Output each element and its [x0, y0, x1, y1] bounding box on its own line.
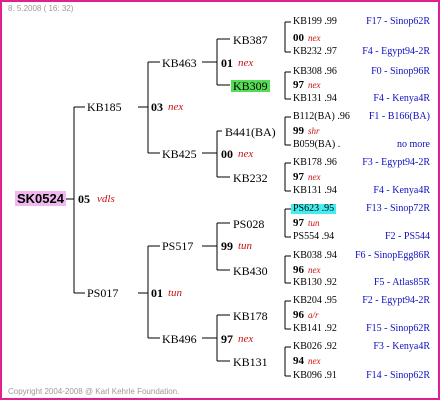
gen3-kb430-id[interactable]: KB430: [233, 265, 268, 277]
gen4-lineage: F5 - Atlas85R: [373, 277, 430, 288]
gen2-kb496-code: nex: [238, 333, 254, 345]
gen4-lineage: F6 - SinopEgg86R: [354, 250, 430, 261]
timestamp-label: 8. 5.2008 ( 16: 32): [8, 4, 74, 13]
gen4-lineage: F0 - Sinop96R: [371, 66, 430, 77]
gen4-lineage: F2 - Egypt94-2R: [362, 295, 430, 306]
gen4-lineage: F4 - Egypt94-2R: [362, 46, 430, 57]
gen4-id-highlighted[interactable]: PS623 .95: [291, 204, 337, 214]
gen1-top-code: nex: [168, 101, 184, 113]
gen1-top-id[interactable]: KB185: [87, 101, 122, 113]
gen3-ps028-code: tun: [308, 218, 320, 228]
gen2-ps517-id[interactable]: PS517: [162, 240, 193, 252]
gen4-id[interactable]: KB026 .92: [293, 342, 337, 352]
root-code: vdls: [97, 193, 115, 205]
gen3-kb387-id[interactable]: KB387: [233, 34, 268, 46]
gen3-kb232-id[interactable]: KB232: [233, 172, 268, 184]
gen4-id[interactable]: KB130 .92: [293, 278, 337, 288]
gen3-b441-num: 99: [293, 125, 304, 137]
gen2-kb463-code: nex: [238, 57, 254, 69]
root-id[interactable]: SK0524: [15, 191, 66, 206]
gen3-kb309-code: nex: [308, 80, 321, 90]
gen2-kb425-num: 00: [221, 147, 233, 161]
gen3-kb387-code: nex: [308, 33, 321, 43]
gen4-lineage: F13 - Sinop72R: [366, 203, 430, 214]
gen1-top-num: 03: [151, 100, 163, 114]
gen3-kb178-num: 96: [293, 309, 304, 321]
gen4-id[interactable]: B059(BA) .: [293, 140, 340, 150]
gen4-lineage: F1 - B166(BA): [368, 111, 430, 122]
gen4-lineage: F14 - Sinop62R: [366, 370, 430, 381]
gen4-id[interactable]: B112(BA) .96: [293, 112, 350, 122]
gen4-id[interactable]: KB096 .91: [293, 371, 337, 381]
gen4-id[interactable]: KB204 .95: [293, 296, 337, 306]
gen4-lineage: no more: [396, 139, 430, 150]
gen4-lineage: F3 - Egypt94-2R: [362, 157, 430, 168]
gen2-kb425-id[interactable]: KB425: [162, 148, 197, 160]
gen4-lineage: F2 - PS544: [384, 231, 430, 242]
gen2-kb463-id[interactable]: KB463: [162, 57, 197, 69]
gen2-kb496-id[interactable]: KB496: [162, 333, 197, 345]
gen4-id[interactable]: KB178 .96: [293, 158, 337, 168]
gen4-lineage: F17 - Sinop62R: [366, 16, 430, 27]
gen4-id[interactable]: KB141 .92: [293, 324, 337, 334]
gen3-kb387-num: 00: [293, 32, 304, 44]
gen1-bottom-id[interactable]: PS017: [87, 287, 118, 299]
gen3-kb430-code: nex: [308, 265, 321, 275]
gen3-kb232-num: 97: [293, 171, 304, 183]
gen2-kb496-num: 97: [221, 332, 233, 346]
gen4-id[interactable]: KB308 .96: [293, 67, 337, 77]
gen2-kb425-code: nex: [238, 148, 254, 160]
gen3-b441-code: shr: [308, 126, 320, 136]
root-num: 05: [78, 192, 90, 206]
gen3-kb131-code: nex: [308, 356, 321, 366]
gen2-ps517-num: 99: [221, 239, 233, 253]
gen3-kb309-num: 97: [293, 79, 304, 91]
pedigree-chart: 8. 5.2008 ( 16: 32) Copyright 2004-2008 …: [0, 0, 440, 400]
gen2-ps517-code: tun: [238, 240, 253, 252]
gen4-id[interactable]: PS554 .94: [293, 232, 334, 242]
gen4-id[interactable]: KB199 .99: [293, 17, 337, 27]
gen4-lineage: F3 - Kenya4R: [373, 341, 430, 352]
gen4-id[interactable]: KB232 .97: [293, 47, 337, 57]
gen3-kb178-id[interactable]: KB178: [233, 310, 268, 322]
gen1-bottom-num: 01: [151, 286, 163, 300]
pedigree-connector-lines: [66, 21, 291, 377]
gen4-id[interactable]: KB131 .94: [293, 94, 337, 104]
gen4-id[interactable]: KB038 .94: [293, 251, 337, 261]
gen3-ps028-num: 97: [293, 217, 304, 229]
gen3-kb131-num: 94: [293, 355, 304, 367]
gen2-kb463-num: 01: [221, 56, 233, 70]
gen3-kb178-code: a/r: [308, 310, 319, 320]
gen1-bottom-code: tun: [168, 287, 183, 299]
gen3-b441-id[interactable]: B441(BA): [225, 126, 276, 138]
gen4-id[interactable]: KB131 .94: [293, 186, 337, 196]
gen3-kb232-code: nex: [308, 172, 321, 182]
gen3-kb131-id[interactable]: KB131: [233, 356, 268, 368]
gen4-lineage: F4 - Kenya4R: [373, 93, 430, 104]
gen3-kb430-num: 96: [293, 264, 304, 276]
gen4-lineage: F4 - Kenya4R: [373, 185, 430, 196]
gen4-lineage: F15 - Sinop62R: [366, 323, 430, 334]
copyright-label: Copyright 2004-2008 @ Karl Kehrle Founda…: [8, 387, 180, 396]
gen3-kb309-id[interactable]: KB309: [231, 80, 270, 92]
gen3-ps028-id[interactable]: PS028: [233, 218, 264, 230]
